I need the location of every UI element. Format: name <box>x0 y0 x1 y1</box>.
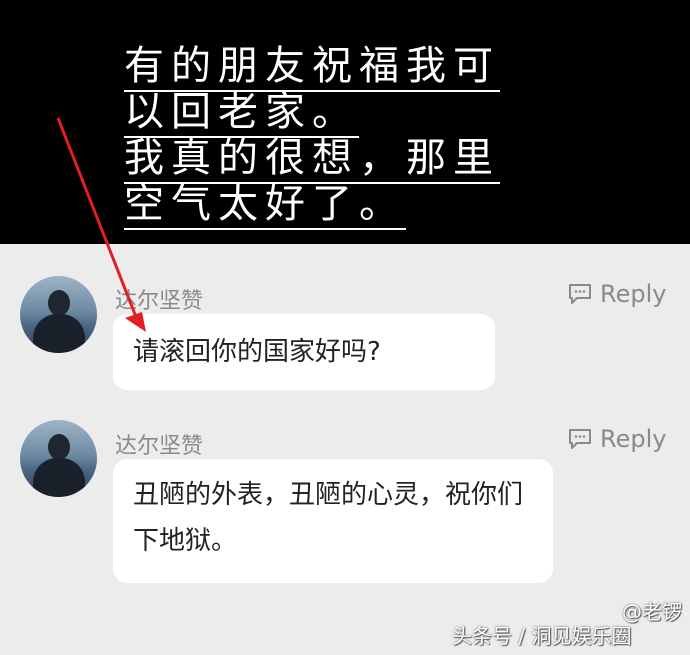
annotation-arrow <box>56 117 146 332</box>
watermark-source: 头条号 / 洞见娱乐圈 <box>452 624 632 648</box>
